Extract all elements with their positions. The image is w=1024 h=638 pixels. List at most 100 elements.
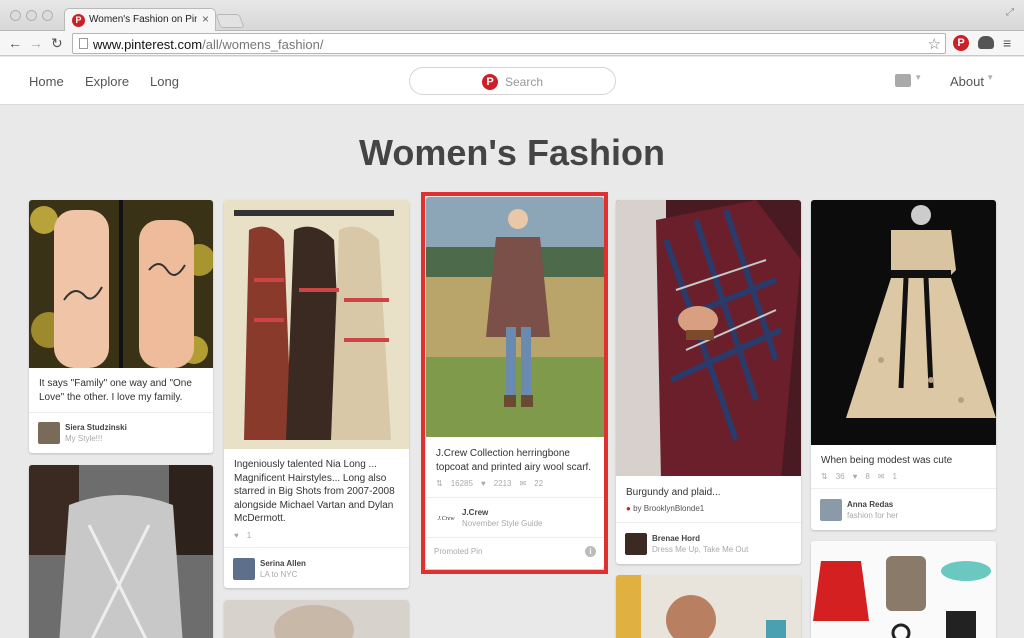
- url-path: /all/womens_fashion/: [202, 37, 324, 52]
- repin-count: 16285: [450, 479, 473, 488]
- tab-title: Women's Fashion on Pinte: [89, 14, 197, 25]
- promoted-pin-label: Promoted Pin: [434, 547, 483, 556]
- pin-card[interactable]: [616, 575, 801, 638]
- close-window-icon[interactable]: [10, 10, 21, 21]
- pin-image-scarf-woman[interactable]: [224, 600, 409, 638]
- pin-card[interactable]: [29, 465, 213, 638]
- minimize-window-icon[interactable]: [26, 10, 37, 21]
- comment-count: 22: [534, 479, 544, 488]
- comment-icon[interactable]: ✉: [520, 479, 527, 488]
- like-icon[interactable]: ♥: [853, 472, 858, 481]
- browser-tab[interactable]: P Women's Fashion on Pinte ×: [64, 8, 216, 31]
- comment-icon[interactable]: ✉: [878, 472, 885, 481]
- search-input[interactable]: P Search: [409, 67, 616, 95]
- pin-image-burgundy-plaid[interactable]: [616, 200, 801, 476]
- about-menu[interactable]: About: [950, 74, 984, 89]
- avatar[interactable]: [233, 558, 255, 580]
- pin-card[interactable]: When being modest was cute ⇅ 36 ♥ 8 ✉ 1 Anna …: [811, 200, 996, 530]
- repin-icon[interactable]: ⇅: [821, 472, 828, 481]
- divider: [426, 497, 604, 498]
- pinner-name[interactable]: Siera Studzinski: [65, 423, 127, 432]
- new-tab-button[interactable]: [215, 14, 245, 28]
- pinner-name[interactable]: J.Crew: [462, 508, 488, 517]
- chevron-down-icon[interactable]: ▾: [988, 72, 993, 83]
- pinterest-logo-icon: P: [482, 74, 498, 90]
- page-title: Women's Fashion: [359, 132, 665, 173]
- maximize-window-icon[interactable]: [42, 10, 53, 21]
- pinterest-header: Home Explore Long P Search ▾ About ▾: [0, 57, 1024, 105]
- pin-card[interactable]: [224, 600, 409, 638]
- like-count: 1: [246, 531, 252, 540]
- nav-explore[interactable]: Explore: [85, 74, 129, 89]
- divider: [29, 412, 213, 413]
- like-icon[interactable]: ♥: [234, 531, 239, 540]
- pinner-name[interactable]: Anna Redas: [847, 500, 893, 509]
- info-icon[interactable]: i: [585, 546, 596, 557]
- pinner-name[interactable]: Serina Allen: [260, 559, 306, 568]
- extension-icon[interactable]: [978, 36, 994, 49]
- chevron-down-icon[interactable]: ▾: [916, 72, 921, 83]
- pin-card[interactable]: Burgundy and plaid... ● by BrooklynBlond…: [616, 200, 801, 564]
- pin-image-woman-yellow[interactable]: [616, 575, 801, 638]
- avatar[interactable]: [38, 422, 60, 444]
- pin-description: It says "Family" one way and "One Love" …: [39, 378, 192, 403]
- pin-card[interactable]: Ingeniously talented Nia Long ... Magnif…: [224, 200, 409, 588]
- avatar[interactable]: [820, 499, 842, 521]
- board-name[interactable]: My Style!!!: [65, 434, 102, 443]
- source-icon: ●: [626, 504, 631, 513]
- browser-tab-strip: P Women's Fashion on Pinte × ⤢: [0, 0, 1024, 31]
- url-prefix: www.: [93, 37, 125, 52]
- divider: [426, 537, 604, 538]
- pin-image-vintage-dress[interactable]: [811, 200, 996, 445]
- pin-image-silver-dress[interactable]: [29, 465, 213, 638]
- pinterest-extension-icon[interactable]: P: [953, 35, 969, 51]
- board-name[interactable]: Dress Me Up, Take Me Out: [652, 545, 748, 554]
- via-text: by BrooklynBlonde1: [633, 504, 705, 513]
- pin-stats: ⇅ 16285 ♥ 2213 ✉ 22: [436, 479, 551, 488]
- pinner-name[interactable]: Brenae Hord: [652, 534, 700, 543]
- menu-icon[interactable]: ≡: [1003, 35, 1011, 51]
- via-source[interactable]: ● by BrooklynBlonde1: [626, 504, 704, 513]
- like-count: 2213: [493, 479, 512, 488]
- url-text[interactable]: www.pinterest.com/all/womens_fashion/: [93, 37, 324, 52]
- pin-image-tattoo[interactable]: [29, 200, 213, 368]
- bookmark-star-icon[interactable]: ☆: [928, 35, 941, 53]
- divider: [811, 488, 996, 489]
- tab-close-icon[interactable]: ×: [202, 12, 209, 26]
- url-host: pinterest.com: [124, 37, 203, 52]
- pin-description: Ingeniously talented Nia Long ... Magnif…: [234, 459, 395, 524]
- pin-description: J.Crew Collection herringbone topcoat an…: [436, 448, 592, 473]
- comment-count: 1: [892, 472, 897, 481]
- pin-card[interactable]: It says "Family" one way and "One Love" …: [29, 200, 213, 453]
- divider: [616, 522, 801, 523]
- jcrew-logo[interactable]: J.Crew: [435, 508, 457, 530]
- like-icon[interactable]: ♥: [481, 479, 486, 488]
- search-placeholder: Search: [505, 75, 544, 89]
- repin-count: 36: [835, 472, 845, 481]
- browser-toolbar: ← → ↻ www.pinterest.com/all/womens_fashi…: [0, 31, 1024, 56]
- pin-card-promoted[interactable]: J.Crew Collection herringbone topcoat an…: [426, 197, 604, 569]
- fullscreen-icon[interactable]: ⤢: [1006, 7, 1014, 18]
- pin-image-sweaters[interactable]: [224, 200, 409, 449]
- avatar[interactable]: [625, 533, 647, 555]
- address-bar[interactable]: www.pinterest.com/all/womens_fashion/ ☆: [72, 33, 946, 54]
- pin-image-jcrew-coat[interactable]: [426, 197, 604, 437]
- messages-icon[interactable]: [895, 74, 911, 87]
- forward-arrow-icon[interactable]: →: [29, 34, 43, 52]
- divider: [224, 547, 409, 548]
- back-arrow-icon[interactable]: ←: [8, 34, 22, 52]
- like-count: 8: [865, 472, 870, 481]
- pin-stats: ⇅ 36 ♥ 8 ✉ 1: [821, 472, 905, 481]
- reload-icon[interactable]: ↻: [51, 34, 63, 52]
- nav-long[interactable]: Long: [150, 74, 179, 89]
- pin-description: Burgundy and plaid...: [626, 487, 721, 498]
- repin-icon[interactable]: ⇅: [436, 479, 443, 488]
- pinterest-favicon-icon: P: [72, 14, 85, 27]
- nav-home[interactable]: Home: [29, 74, 64, 89]
- pin-card[interactable]: [811, 541, 996, 638]
- pin-image-outfit-collage[interactable]: [811, 541, 996, 638]
- board-name[interactable]: fashion for her: [847, 511, 898, 520]
- page-icon: [79, 38, 88, 49]
- board-name[interactable]: November Style Guide: [462, 519, 542, 528]
- board-name[interactable]: LA to NYC: [260, 570, 297, 579]
